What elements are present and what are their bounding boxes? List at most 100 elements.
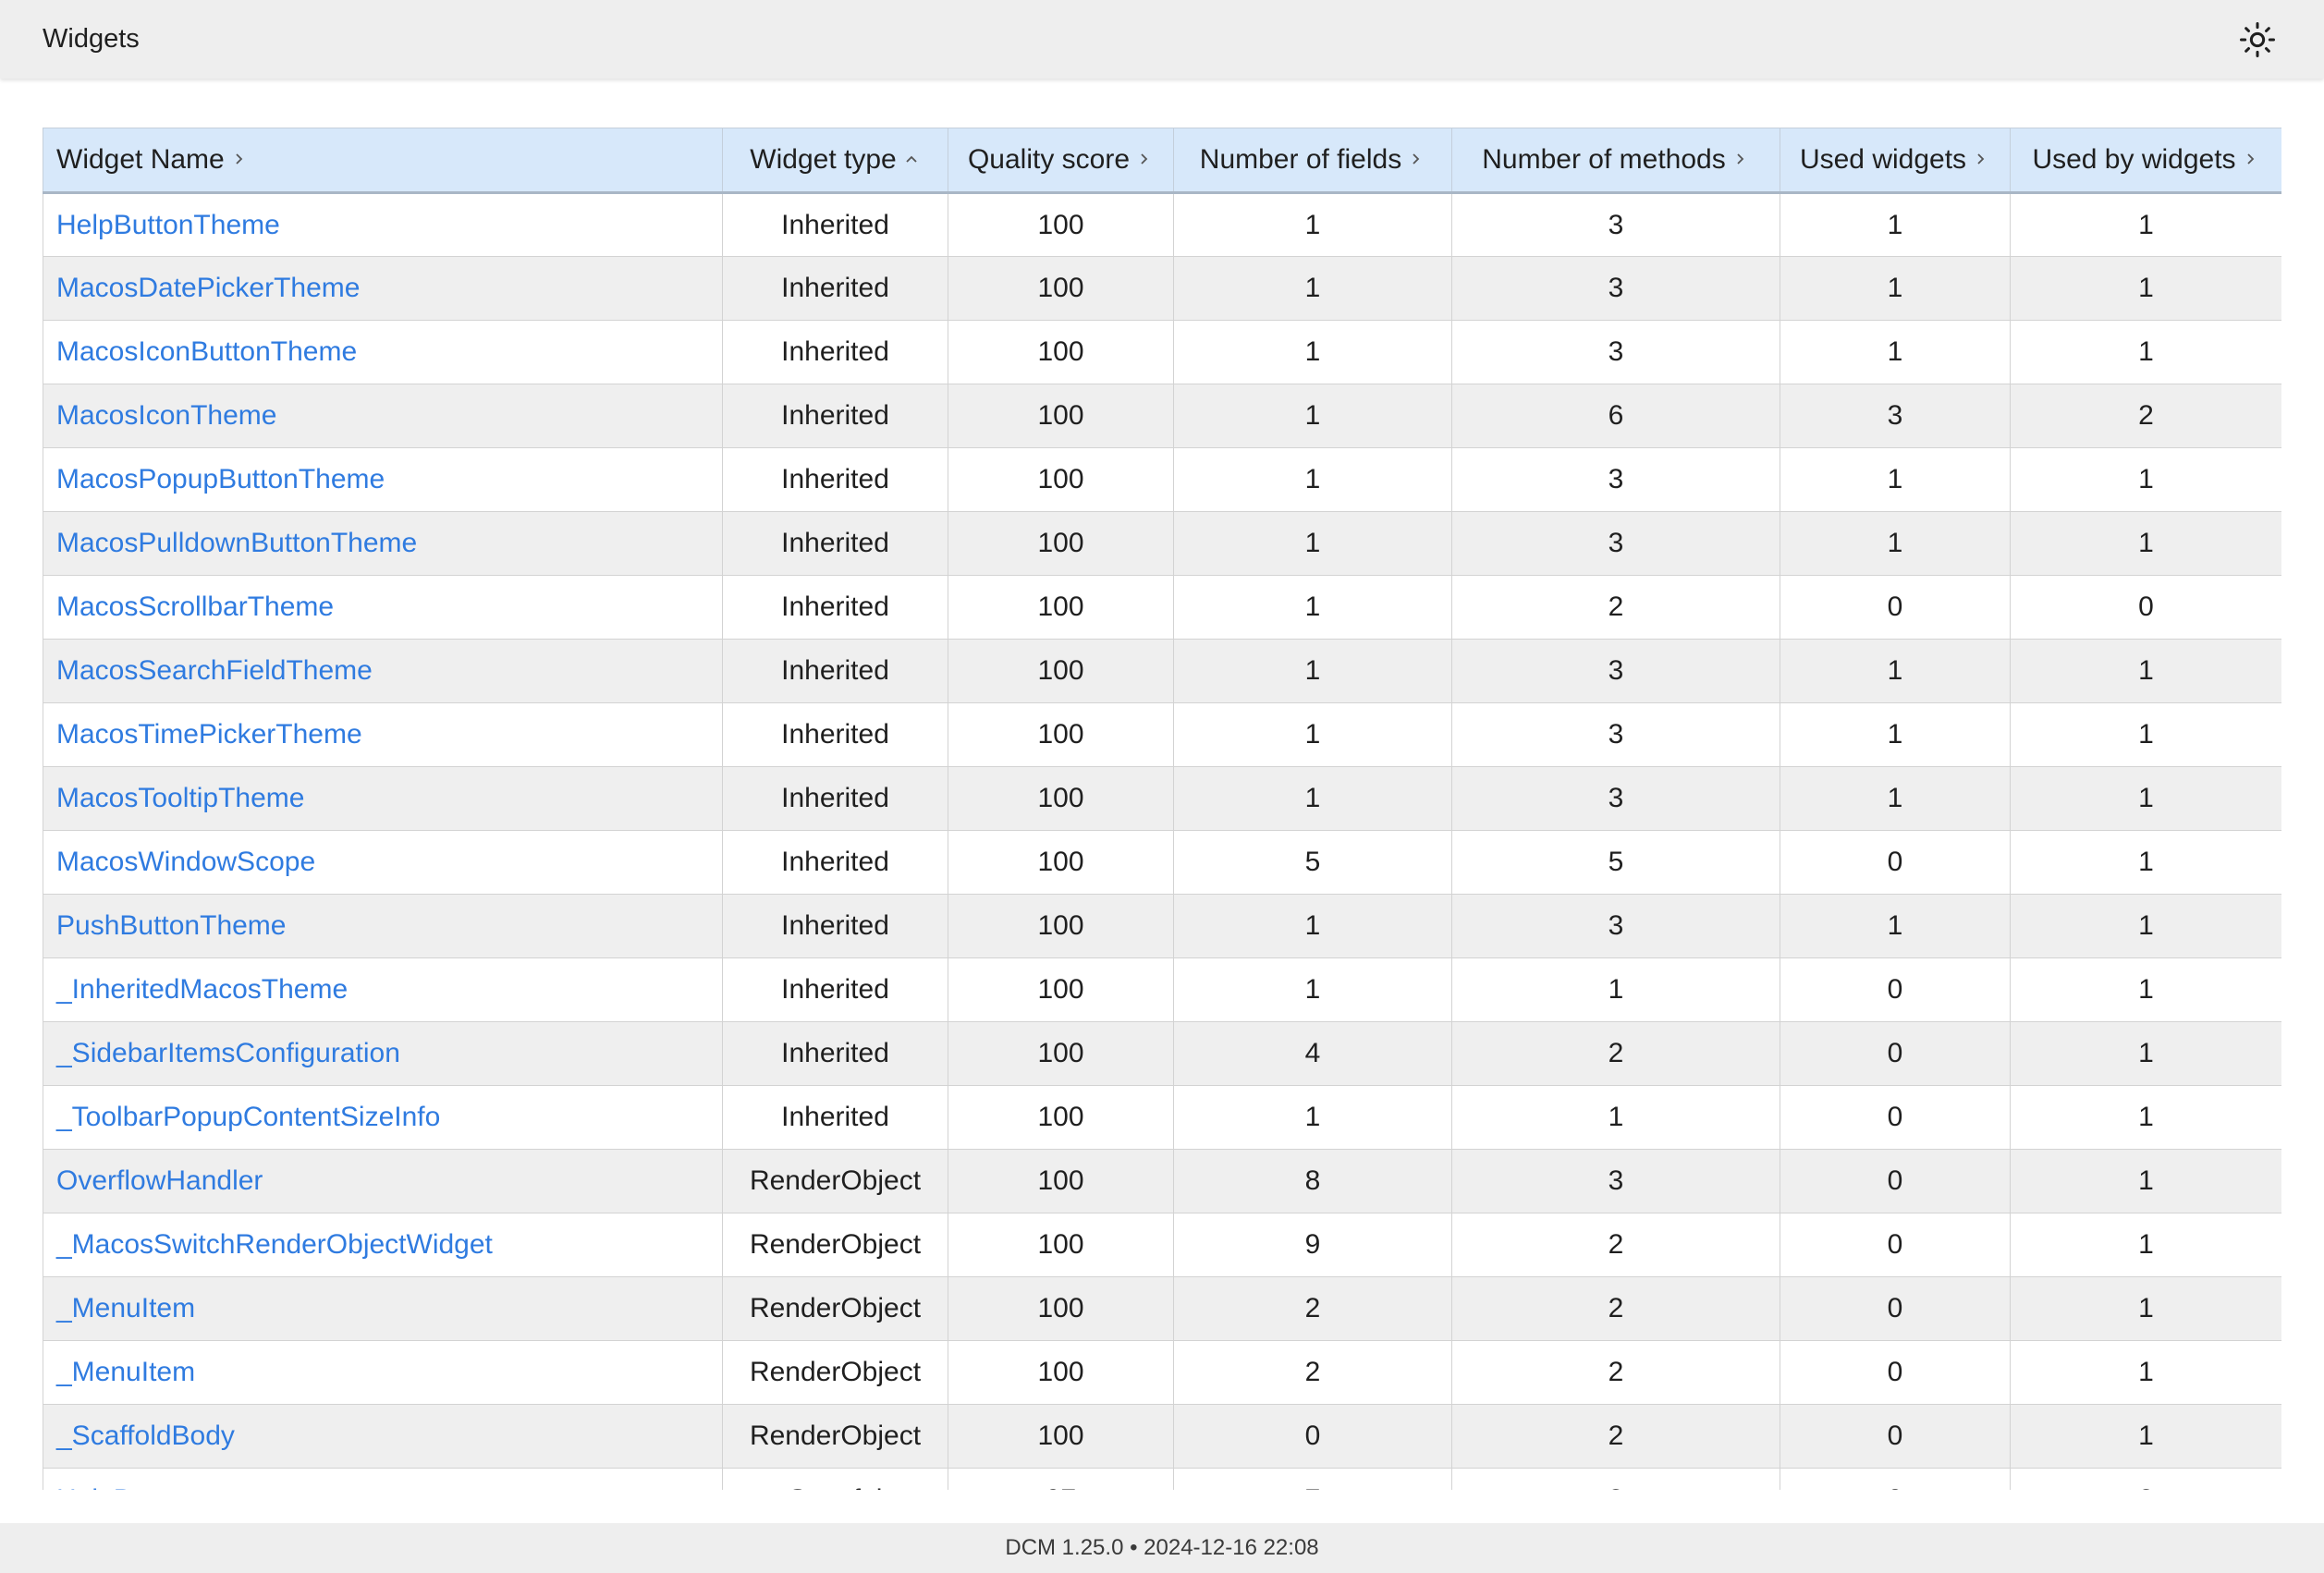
cell-number-of-methods: 3 [1451,702,1780,767]
cell-number-of-fields: 2 [1173,1340,1452,1405]
page-title: Widgets [43,24,140,54]
cell-widget-type: Stateful [722,1468,948,1490]
cell-used-by-widgets: 0 [2010,575,2281,640]
widget-link[interactable]: MacosPopupButtonTheme [56,464,385,494]
widget-link[interactable]: _MenuItem [56,1293,195,1323]
theme-toggle-button[interactable] [2235,18,2280,62]
version-info: DCM 1.25.0 • 2024-12-16 22:08 [1005,1535,1319,1560]
cell-number-of-methods: 2 [1451,1276,1780,1341]
widget-link[interactable]: OverflowHandler [56,1165,263,1196]
column-header-widget-name[interactable]: Widget Name [43,128,723,194]
cell-widget-type: Inherited [722,256,948,321]
cell-number-of-fields: 1 [1173,256,1452,321]
cell-quality-score: 100 [948,320,1174,384]
widget-link[interactable]: MacosTooltipTheme [56,783,304,813]
widget-link[interactable]: MacosPulldownButtonTheme [56,528,417,558]
column-header-label: Used widgets [1799,144,1967,175]
cell-used-by-widgets: 1 [2010,1404,2281,1469]
cell-widget-name: _MenuItem [43,1340,723,1405]
cell-used-widgets: 3 [1780,384,2011,448]
cell-used-widgets: 0 [1780,1404,2011,1469]
cell-widget-type: RenderObject [722,1149,948,1213]
table-row: MacosSearchFieldTheme Inherited 100 1 3 1 1 [43,639,2281,703]
chevron-up-icon [906,155,917,163]
widget-link[interactable]: HelpButtonTheme [56,210,280,240]
cell-used-by-widgets: 1 [2010,1276,2281,1341]
widgets-table-container[interactable]: Widget Name Widget type Quality score Numbe… [43,128,2281,1490]
cell-number-of-fields: 1 [1173,447,1452,512]
table-row: MacosWindowScope Inherited 100 5 5 0 1 [43,830,2281,895]
cell-widget-type: Inherited [722,320,948,384]
widget-link[interactable]: MacosDatePickerTheme [56,273,360,303]
cell-used-widgets: 1 [1780,702,2011,767]
cell-widget-name: MacosSearchFieldTheme [43,639,723,703]
cell-quality-score: 100 [948,256,1174,321]
cell-widget-name: MacosScrollbarTheme [43,575,723,640]
column-header-quality-score[interactable]: Quality score [948,128,1174,194]
chevron-right-icon [2246,153,2254,165]
widget-link[interactable]: MacosIconButtonTheme [56,336,357,367]
cell-used-widgets: 1 [1780,894,2011,958]
widget-link[interactable]: HelpButton [56,1484,193,1490]
cell-quality-score: 100 [948,639,1174,703]
cell-number-of-fields: 0 [1173,1404,1452,1469]
widget-link[interactable]: MacosTimePickerTheme [56,719,362,750]
cell-used-widgets: 0 [1780,1149,2011,1213]
cell-used-widgets: 0 [1780,957,2011,1022]
widget-link[interactable]: _ToolbarPopupContentSizeInfo [56,1102,440,1132]
column-header-number-of-methods[interactable]: Number of methods [1451,128,1780,194]
cell-widget-name: _SidebarItemsConfiguration [43,1021,723,1086]
sun-icon [2240,21,2275,57]
cell-quality-score: 100 [948,1085,1174,1150]
table-header-row: Widget Name Widget type Quality score Numbe… [43,128,2281,194]
cell-used-by-widgets: 1 [2010,320,2281,384]
cell-quality-score: 100 [948,1149,1174,1213]
cell-used-by-widgets: 1 [2010,957,2281,1022]
widget-link[interactable]: MacosSearchFieldTheme [56,655,373,686]
column-header-widget-type[interactable]: Widget type [722,128,948,194]
widget-link[interactable]: _MacosSwitchRenderObjectWidget [56,1229,493,1260]
widget-link[interactable]: MacosIconTheme [56,400,276,431]
table-row: MacosTooltipTheme Inherited 100 1 3 1 1 [43,766,2281,831]
footer: DCM 1.25.0 • 2024-12-16 22:08 [0,1523,2324,1573]
column-header-used-widgets[interactable]: Used widgets [1780,128,2011,194]
cell-widget-type: RenderObject [722,1340,948,1405]
cell-widget-name: HelpButton [43,1468,723,1490]
cell-widget-type: Inherited [722,894,948,958]
cell-number-of-fields: 5 [1173,830,1452,895]
widget-link[interactable]: _SidebarItemsConfiguration [56,1038,400,1068]
cell-widget-name: MacosIconTheme [43,384,723,448]
cell-used-widgets: 0 [1780,1468,2011,1490]
widget-link[interactable]: _MenuItem [56,1357,195,1387]
table-row: _SidebarItemsConfiguration Inherited 100 4 2… [43,1021,2281,1086]
cell-number-of-fields: 2 [1173,1276,1452,1341]
widget-link[interactable]: PushButtonTheme [56,910,286,941]
cell-quality-score: 100 [948,830,1174,895]
cell-widget-type: Inherited [722,830,948,895]
cell-number-of-fields: 9 [1173,1213,1452,1277]
cell-quality-score: 100 [948,511,1174,576]
table-row: _ToolbarPopupContentSizeInfo Inherited 100… [43,1085,2281,1150]
column-header-number-of-fields[interactable]: Number of fields [1173,128,1452,194]
widget-link[interactable]: MacosWindowScope [56,847,315,877]
cell-used-by-widgets: 1 [2010,639,2281,703]
cell-used-by-widgets: 1 [2010,830,2281,895]
cell-quality-score: 100 [948,1404,1174,1469]
widget-link[interactable]: _InheritedMacosTheme [56,974,348,1005]
table-row: MacosTimePickerTheme Inherited 100 1 3 1 1 [43,702,2281,767]
cell-used-widgets: 1 [1780,639,2011,703]
cell-widget-type: RenderObject [722,1276,948,1341]
cell-used-widgets: 0 [1780,1021,2011,1086]
cell-number-of-methods: 3 [1451,256,1780,321]
cell-widget-type: Inherited [722,702,948,767]
cell-number-of-methods: 6 [1451,384,1780,448]
cell-number-of-methods: 3 [1451,511,1780,576]
widget-link[interactable]: MacosScrollbarTheme [56,591,334,622]
table-row: MacosIconTheme Inherited 100 1 6 3 2 [43,384,2281,448]
cell-used-by-widgets: 1 [2010,192,2281,257]
column-header-used-by-widgets[interactable]: Used by widgets [2010,128,2281,194]
cell-number-of-fields: 7 [1173,1468,1452,1490]
cell-quality-score: 100 [948,1340,1174,1405]
cell-widget-name: MacosTimePickerTheme [43,702,723,767]
widget-link[interactable]: _ScaffoldBody [56,1421,235,1451]
